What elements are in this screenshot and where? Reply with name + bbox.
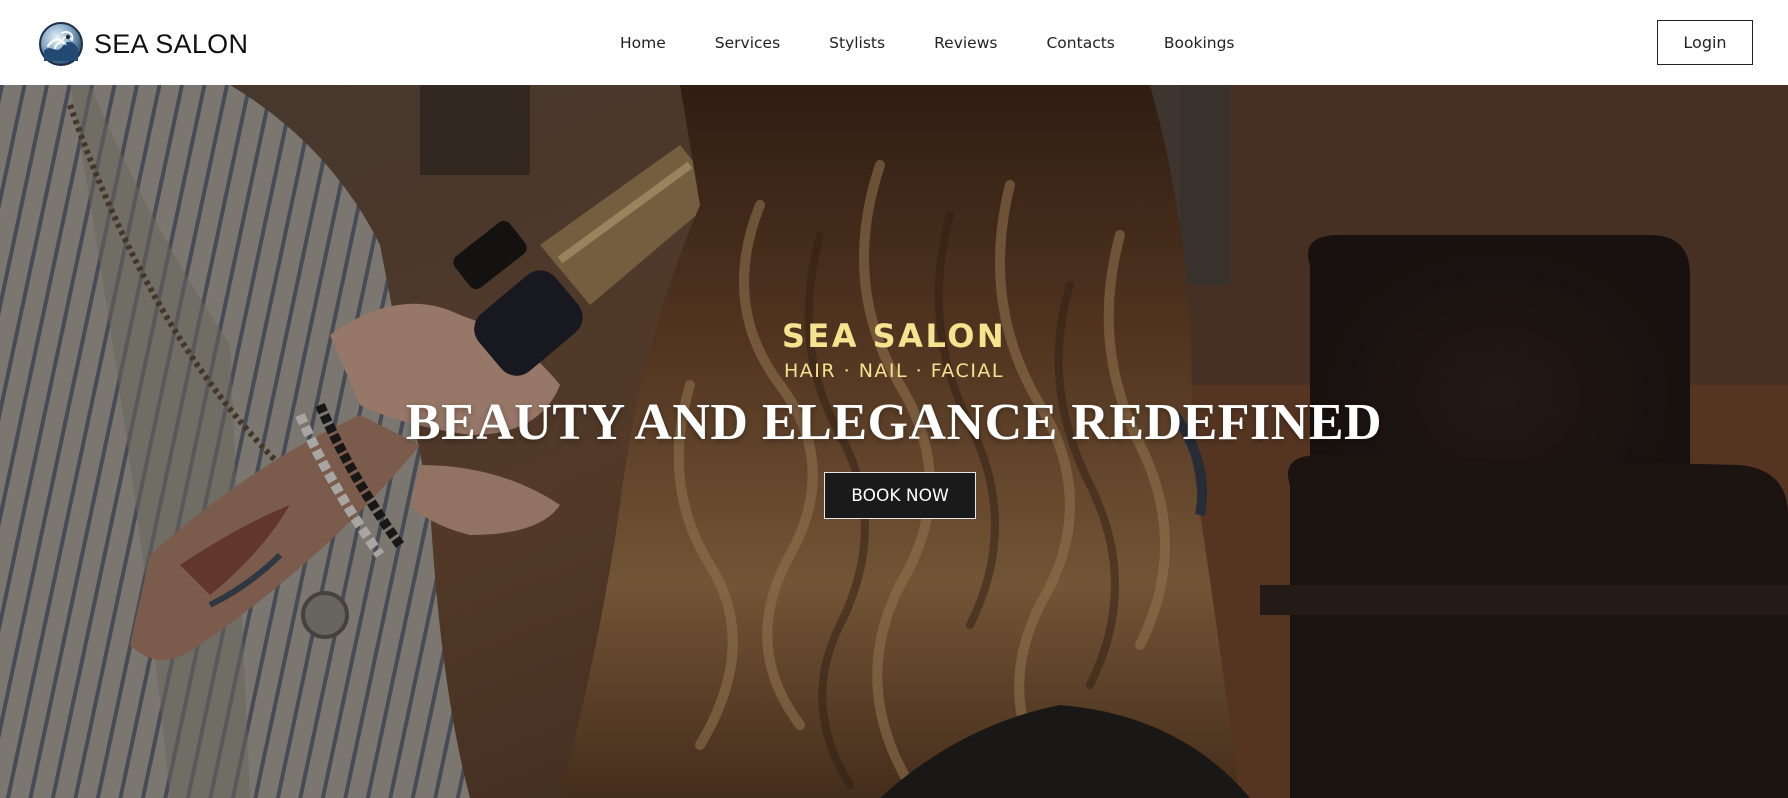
login-button[interactable]: Login bbox=[1657, 20, 1753, 65]
site-header: SEA SALON Home Services Stylists Reviews… bbox=[0, 0, 1788, 85]
nav-bookings[interactable]: Bookings bbox=[1164, 34, 1235, 52]
nav-stylists[interactable]: Stylists bbox=[829, 34, 885, 52]
hero-tagline: HAIR · NAIL · FACIAL bbox=[783, 360, 1005, 382]
hero-section: SEA SALON HAIR · NAIL · FACIAL BEAUTY AN… bbox=[0, 85, 1788, 798]
brand-name: SEA SALON bbox=[94, 28, 249, 59]
hero-title: BEAUTY AND ELEGANCE REDEFINED bbox=[405, 394, 1383, 451]
sea-wave-logo-icon bbox=[39, 22, 83, 66]
hero-brand-name: SEA SALON bbox=[781, 317, 1007, 355]
nav-home[interactable]: Home bbox=[620, 34, 666, 52]
main-nav: Home Services Stylists Reviews Contacts … bbox=[620, 0, 1235, 85]
nav-services[interactable]: Services bbox=[715, 34, 780, 52]
brand-home-link[interactable]: SEA SALON bbox=[38, 20, 248, 68]
nav-reviews[interactable]: Reviews bbox=[934, 34, 997, 52]
book-now-button[interactable]: BOOK NOW bbox=[824, 472, 976, 519]
nav-contacts[interactable]: Contacts bbox=[1046, 34, 1114, 52]
